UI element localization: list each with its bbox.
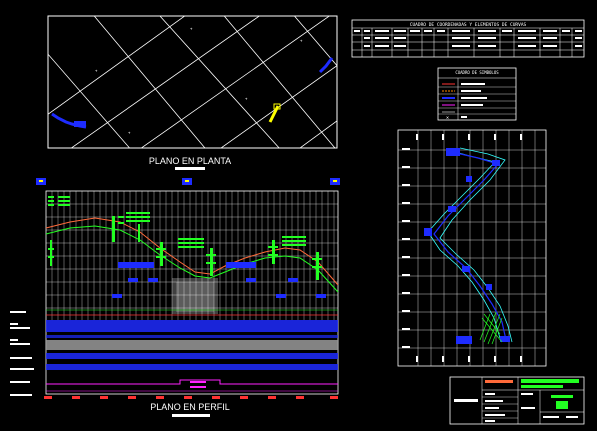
profile-data-bands [46,309,338,392]
curve-table: CUADRO DE COORDENADAS Y ELEMENTOS DE CUR… [351,19,585,58]
curve-table-columns [361,28,573,57]
profile-hatch-fill [172,278,218,314]
profile-view-title: PLANO EN PERFIL [150,402,230,412]
symbol-legend-rows: ✕ [442,83,487,121]
symbol-legend: CUADRO DE SIMBOLOS ✕ [437,67,517,121]
symbol-legend-title: CUADRO DE SIMBOLOS [455,70,499,75]
plan-view-title: PLANO EN PLANTA [149,156,231,166]
plan-view: + + + + + PLANO EN PLANTA [47,15,338,170]
grid-map-lines [398,130,546,366]
plan-view-title-underline [175,167,205,170]
profile-station-marks [44,396,338,399]
curve-table-title: CUADRO DE COORDENADAS Y ELEMENTOS DE CUR… [410,22,527,28]
grid-map-frame [397,129,547,367]
title-block-sheet-logo [556,401,568,409]
title-block [449,376,585,425]
profile-band-blue-2 [46,353,338,359]
grid-map-boundary-left [427,149,501,339]
grid-map-hatch [479,311,503,345]
profile-row-labels [10,311,34,396]
plan-marker-west [74,121,86,127]
svg-text:+: + [245,96,248,101]
plan-alignment-blue-east [318,57,334,74]
plan-view-frame [47,15,338,149]
title-block-left-label [454,399,478,402]
profile-band-blue-3 [46,364,338,370]
profile-blue-labels [112,262,326,298]
profile-green-annotations [48,196,322,280]
plan-grid [48,16,337,148]
curve-table-cells [354,30,582,47]
profile-view: PLANO EN PERFIL [10,178,340,417]
svg-text:+: + [300,38,303,43]
profile-band-gray [46,340,338,350]
svg-text:+: + [95,68,98,73]
svg-text:+: + [128,130,131,135]
svg-text:+: + [190,26,193,31]
cad-drawing-sheet: + + + + + PLANO EN PLANTA CUADRO DE COOR… [10,15,585,425]
title-block-project-name [521,379,579,383]
grid-map [397,129,547,367]
svg-text:✕: ✕ [446,115,449,121]
profile-band-blue-1 [46,320,338,332]
profile-view-title-underline [172,414,210,417]
grid-map-boundary-right [439,147,513,343]
